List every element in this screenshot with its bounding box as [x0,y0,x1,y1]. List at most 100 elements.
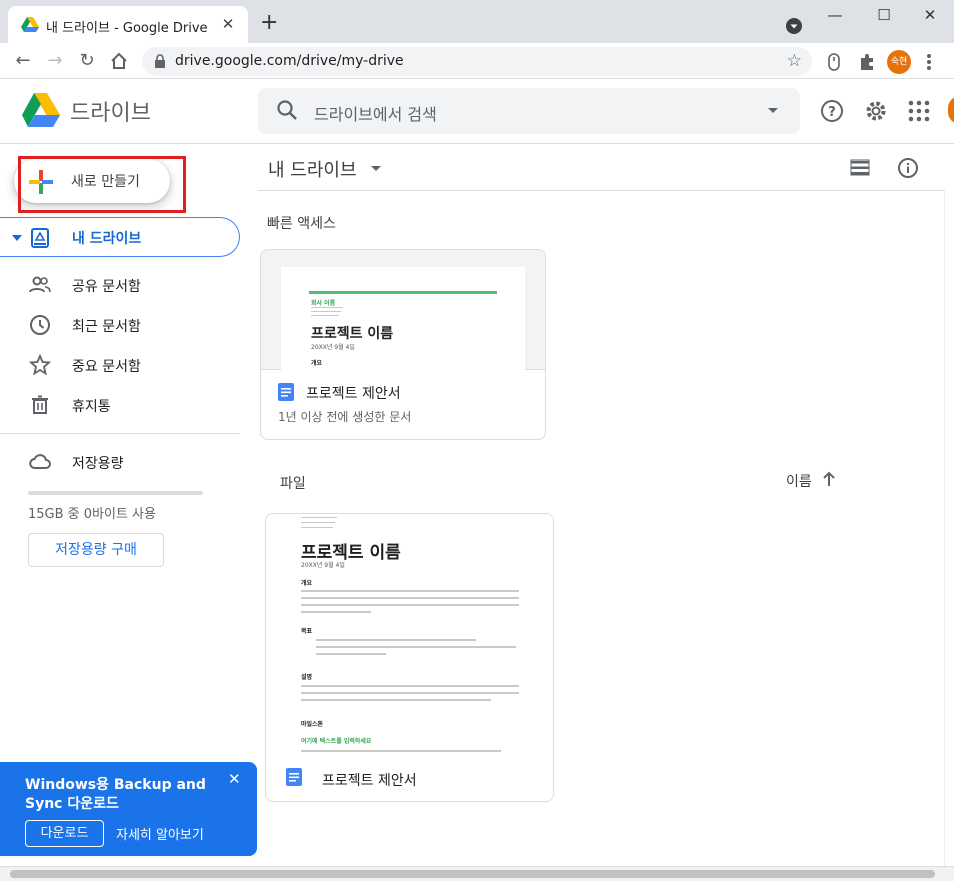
preview-line [301,604,519,606]
search-bar[interactable]: 드라이브에서 검색 [258,88,800,134]
vertical-scrollbar[interactable] [944,190,954,866]
tab-close-icon[interactable]: ✕ [218,14,238,34]
apps-grid-icon[interactable] [906,98,932,124]
preview-line [301,611,371,613]
extension-mouse-icon[interactable] [827,53,841,71]
preview-section: 마일스톤 [301,721,324,728]
extensions-puzzle-icon[interactable] [858,53,876,71]
main-divider [258,190,944,191]
forward-icon[interactable]: → [42,48,68,74]
address-bar[interactable]: drive.google.com/drive/my-drive ☆ [142,47,812,76]
scrollbar-thumb[interactable] [10,870,935,878]
horizontal-scrollbar[interactable] [0,866,954,881]
trash-icon [32,395,48,414]
sort-ascending-icon[interactable] [822,471,836,487]
quick-access-label: 빠른 액세스 [267,216,336,232]
sidebar-item-label: 저장용량 [72,456,124,472]
preview-rule [309,291,497,294]
sidebar-item-trash[interactable]: 휴지통 [0,385,240,425]
search-options-icon[interactable] [768,108,778,113]
search-icon[interactable] [276,99,298,121]
title-dropdown-icon[interactable] [371,166,381,171]
preview-line [301,685,519,687]
preview-line [301,692,519,694]
preview-line [301,517,337,518]
sidebar-item-shared[interactable]: 공유 문서함 [0,265,240,305]
preview-section: 개요 [311,360,323,367]
card-thumbnail: 회사 이름 프로젝트 이름 20XX년 9월 4일 개요 [261,250,545,370]
info-icon[interactable] [897,157,919,179]
preview-title: 프로젝트 이름 [311,326,394,342]
sidebar-item-label: 내 드라이브 [72,231,142,247]
sidebar-item-storage[interactable]: 저장용량 [0,442,240,482]
preview-section: 목표 [301,628,313,635]
file-name: 프로젝트 제안서 [306,386,401,402]
sidebar-item-label: 공유 문서함 [72,279,141,295]
highlight-box [18,156,186,213]
tab-title: 내 드라이브 - Google Drive [46,21,208,36]
banner-learn-more-link[interactable]: 자세히 알아보기 [116,824,204,843]
doc-preview: 프로젝트 이름 20XX년 9월 4일 개요 목표 설명 마일스톤 여기에 텍스… [266,514,553,756]
banner-message: Windows용 Backup and Sync 다운로드 [25,777,206,812]
banner-close-icon[interactable]: ✕ [228,770,241,788]
reload-icon[interactable]: ↻ [74,48,100,74]
browser-tab[interactable]: 내 드라이브 - Google Drive ✕ [8,6,248,43]
preview-line [301,522,335,523]
help-icon[interactable]: ? [819,98,845,124]
expand-arrow-icon[interactable] [12,235,22,241]
minimize-icon[interactable]: — [820,6,850,26]
cloud-icon [29,454,51,469]
preview-date: 20XX년 9월 4일 [311,344,355,351]
banner-download-button[interactable]: 다운로드 [25,820,104,847]
preview-section: 개요 [301,580,313,587]
page-title[interactable]: 내 드라이브 [268,156,357,182]
preview-line [311,307,343,308]
google-docs-icon [278,383,294,401]
storage-usage-text: 15GB 중 0바이트 사용 [28,507,156,522]
sidebar-item-recent[interactable]: 최근 문서함 [0,305,240,345]
quick-access-card[interactable]: 회사 이름 프로젝트 이름 20XX년 9월 4일 개요 프로젝트 제안서 1년… [260,249,546,440]
url-text: drive.google.com/drive/my-drive [175,53,404,69]
preview-line [316,646,516,648]
preview-line [311,315,339,316]
home-icon[interactable] [110,52,128,70]
lock-icon [155,54,165,68]
maximize-icon[interactable]: ☐ [869,6,899,26]
sidebar-item-my-drive[interactable]: 내 드라이브 [0,217,240,257]
people-icon [29,276,51,293]
drive-header: 드라이브 드라이브에서 검색 ? [0,80,954,144]
sort-by-name[interactable]: 이름 [786,471,812,491]
buy-storage-button[interactable]: 저장용량 구매 [28,533,164,567]
preview-section: 설명 [301,674,313,681]
star-icon [28,353,52,376]
google-docs-icon [286,768,302,786]
tab-search-icon[interactable] [786,18,802,34]
new-tab-button[interactable]: + [260,12,278,34]
browser-menu-icon[interactable] [926,53,932,71]
file-subtitle: 1년 이상 전에 생성한 문서 [278,410,412,424]
bookmark-star-icon[interactable]: ☆ [787,51,802,71]
file-card[interactable]: 프로젝트 이름 20XX년 9월 4일 개요 목표 설명 마일스톤 여기에 텍스… [265,513,554,802]
drive-logo-icon [22,93,60,127]
preview-line [301,699,491,701]
browser-tab-bar: 내 드라이브 - Google Drive ✕ + — ☐ ✕ [0,0,954,43]
drive-brand: 드라이브 [70,101,151,126]
storage-progress-bar [28,491,203,495]
sidebar-item-starred[interactable]: 중요 문서함 [0,345,240,385]
clock-icon [30,315,50,335]
preview-line [316,639,476,641]
svg-text:?: ? [828,105,836,120]
preview-highlight: 여기에 텍스트를 입력하세요 [301,738,372,745]
list-view-icon[interactable] [850,159,870,177]
window-close-icon[interactable]: ✕ [915,6,945,26]
profile-avatar[interactable]: 숙현 [887,50,911,74]
preview-line [301,750,501,752]
browser-toolbar: ← → ↻ drive.google.com/drive/my-drive ☆ [0,43,954,79]
preview-line [316,653,386,655]
settings-gear-icon[interactable] [863,98,889,124]
file-name: 프로젝트 제안서 [322,773,417,789]
back-icon[interactable]: ← [10,48,36,74]
files-section-label: 파일 [280,476,306,492]
sidebar-item-label: 휴지통 [72,399,111,415]
account-avatar[interactable] [948,96,954,124]
